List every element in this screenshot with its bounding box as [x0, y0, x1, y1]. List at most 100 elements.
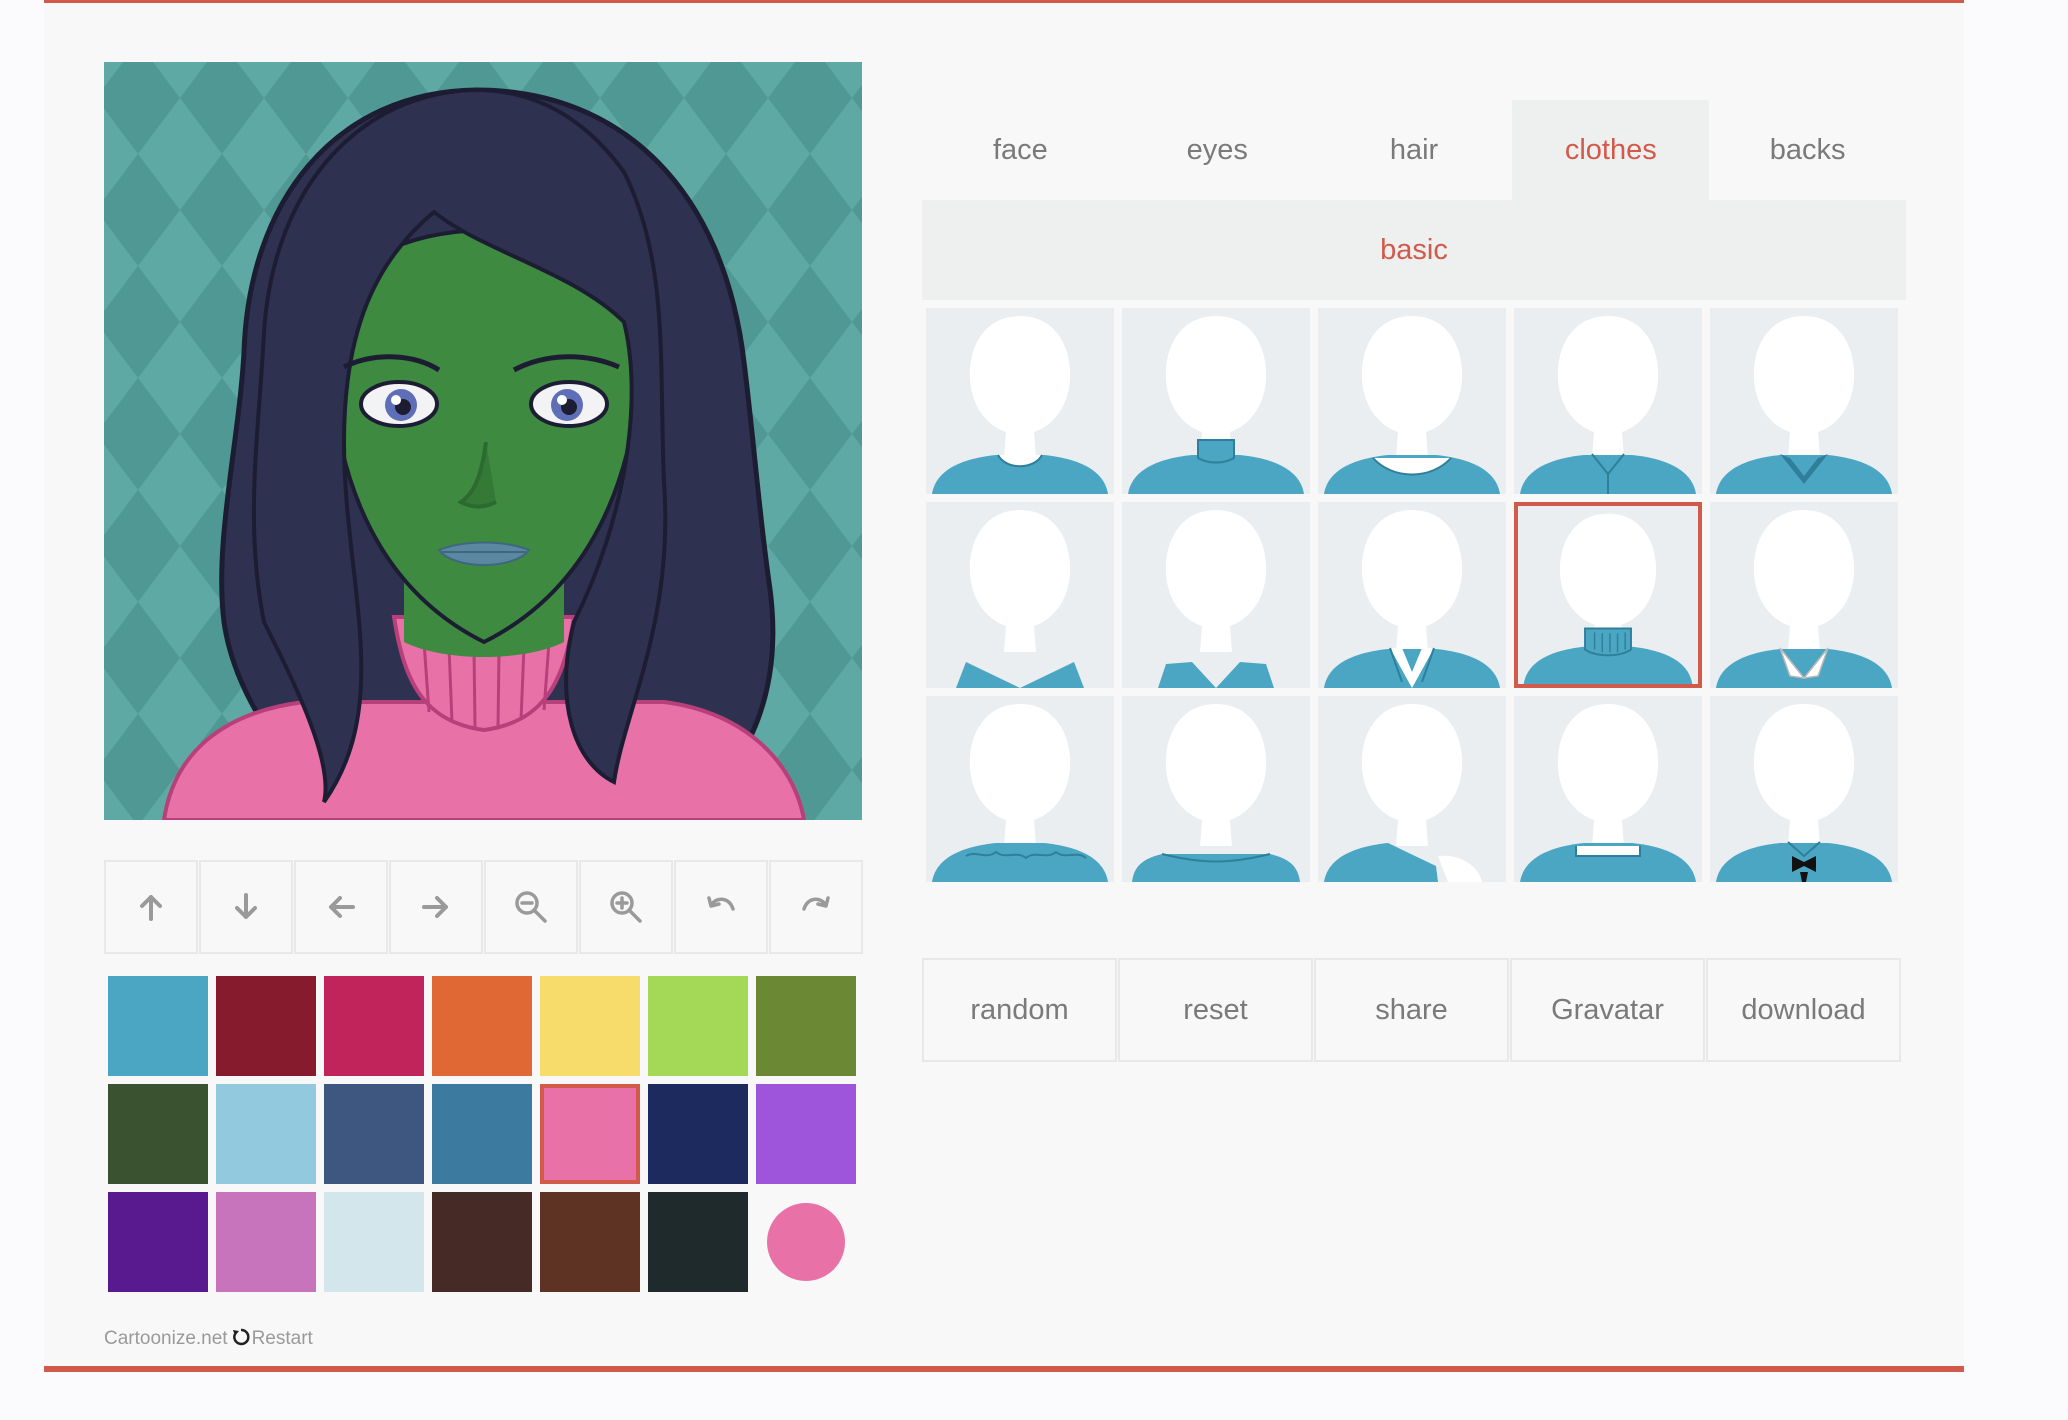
clothes-item[interactable]	[1318, 696, 1506, 882]
arrow-left-icon	[329, 896, 355, 918]
clothes-item[interactable]	[926, 502, 1114, 688]
color-swatch[interactable]	[540, 976, 640, 1076]
color-swatch[interactable]	[648, 976, 748, 1076]
action-label: random	[970, 993, 1069, 1026]
zoom-out-button[interactable]	[484, 860, 578, 954]
tab-label: face	[992, 133, 1048, 166]
restart-icon[interactable]	[232, 1328, 250, 1352]
clothes-item[interactable]	[1710, 696, 1898, 882]
zoom-out-icon	[515, 891, 547, 923]
current-color-indicator[interactable]	[767, 1203, 845, 1281]
subtab-label: basic	[1380, 233, 1448, 266]
download-button[interactable]: download	[1706, 958, 1901, 1062]
avatar-preview	[104, 62, 862, 820]
clothes-thumbnail-icon	[1716, 510, 1892, 688]
color-swatch[interactable]	[432, 1084, 532, 1184]
tab-face[interactable]: face	[922, 100, 1119, 200]
action-bar: random reset share Gravatar download	[922, 958, 1902, 1062]
clothes-item[interactable]	[1514, 308, 1702, 494]
clothes-item[interactable]	[926, 308, 1114, 494]
color-swatch[interactable]	[108, 976, 208, 1076]
avatar-image	[104, 62, 862, 820]
move-left-button[interactable]	[294, 860, 388, 954]
color-swatch[interactable]	[432, 1192, 532, 1292]
clothes-thumbnail-icon	[1158, 510, 1274, 688]
tab-eyes[interactable]: eyes	[1119, 100, 1316, 200]
clothes-thumbnail-icon	[956, 510, 1084, 688]
restart-link[interactable]: Restart	[252, 1328, 313, 1349]
color-swatch[interactable]	[540, 1084, 640, 1184]
clothes-item[interactable]	[926, 696, 1114, 882]
tab-label: backs	[1769, 133, 1846, 166]
color-swatch[interactable]	[324, 976, 424, 1076]
clothes-item[interactable]	[1514, 502, 1702, 688]
color-swatch[interactable]	[108, 1192, 208, 1292]
clothes-thumbnail-icon	[1716, 316, 1892, 494]
clothes-item[interactable]	[1122, 308, 1310, 494]
reset-button[interactable]: reset	[1118, 958, 1313, 1062]
clothes-item[interactable]	[1318, 308, 1506, 494]
position-toolbar	[104, 860, 864, 954]
clothes-thumbnail-icon	[1128, 316, 1304, 494]
share-button[interactable]: share	[1314, 958, 1509, 1062]
tab-label: clothes	[1564, 133, 1657, 166]
app-container: Cartoonize.net Restart face eyes hair clothe…	[44, 0, 1964, 1372]
action-label: share	[1375, 993, 1448, 1026]
clothes-thumbnail-icon	[1520, 316, 1696, 494]
color-swatch[interactable]	[648, 1084, 748, 1184]
clothes-thumbnail-icon	[1324, 704, 1482, 882]
color-swatch[interactable]	[108, 1084, 208, 1184]
color-swatch[interactable]	[216, 1192, 316, 1292]
clothes-item[interactable]	[1710, 502, 1898, 688]
move-right-button[interactable]	[389, 860, 483, 954]
gravatar-button[interactable]: Gravatar	[1510, 958, 1705, 1062]
clothes-item[interactable]	[1122, 696, 1310, 882]
clothes-thumbnail-icon	[932, 316, 1108, 494]
color-swatch[interactable]	[648, 1192, 748, 1292]
arrow-down-icon	[235, 893, 257, 919]
tab-clothes[interactable]: clothes	[1512, 100, 1710, 200]
tab-label: eyes	[1186, 133, 1248, 166]
clothes-item[interactable]	[1710, 308, 1898, 494]
clothes-thumbnail-icon	[1716, 704, 1892, 882]
undo-button[interactable]	[674, 860, 768, 954]
redo-icon	[802, 896, 830, 911]
clothes-item[interactable]	[1318, 502, 1506, 688]
color-swatch[interactable]	[756, 976, 856, 1076]
color-swatch[interactable]	[540, 1192, 640, 1292]
color-swatch[interactable]	[216, 976, 316, 1076]
undo-icon	[707, 896, 735, 911]
zoom-in-icon	[610, 891, 642, 923]
action-label: reset	[1183, 993, 1248, 1026]
action-label: download	[1741, 993, 1866, 1026]
color-swatch[interactable]	[756, 1084, 856, 1184]
subcategory-basic[interactable]: basic	[922, 200, 1906, 300]
color-swatch[interactable]	[324, 1084, 424, 1184]
clothes-thumbnail-icon	[1523, 513, 1693, 684]
tab-backs[interactable]: backs	[1709, 100, 1906, 200]
move-down-button[interactable]	[199, 860, 293, 954]
clothes-thumbnail-icon	[1132, 704, 1300, 882]
brand-link[interactable]: Cartoonize.net	[104, 1328, 228, 1349]
clothes-thumbnail-icon	[1520, 704, 1696, 882]
zoom-in-button[interactable]	[579, 860, 673, 954]
clothes-item[interactable]	[1514, 696, 1702, 882]
clothes-item[interactable]	[1122, 502, 1310, 688]
clothes-thumbnail-icon	[1324, 510, 1500, 688]
arrow-up-icon	[140, 895, 162, 921]
color-swatch[interactable]	[432, 976, 532, 1076]
clothes-grid	[922, 308, 1906, 888]
move-up-button[interactable]	[104, 860, 198, 954]
arrow-right-icon	[422, 896, 448, 918]
random-button[interactable]: random	[922, 958, 1117, 1062]
tab-label: hair	[1389, 133, 1439, 166]
footer: Cartoonize.net Restart	[104, 1328, 313, 1352]
color-swatch[interactable]	[324, 1192, 424, 1292]
tab-hair[interactable]: hair	[1316, 100, 1513, 200]
action-label: Gravatar	[1551, 993, 1664, 1026]
redo-button[interactable]	[769, 860, 863, 954]
clothes-thumbnail-icon	[932, 704, 1108, 882]
category-tabs: face eyes hair clothes backs	[922, 100, 1906, 200]
color-swatch[interactable]	[216, 1084, 316, 1184]
clothes-thumbnail-icon	[1324, 316, 1500, 494]
